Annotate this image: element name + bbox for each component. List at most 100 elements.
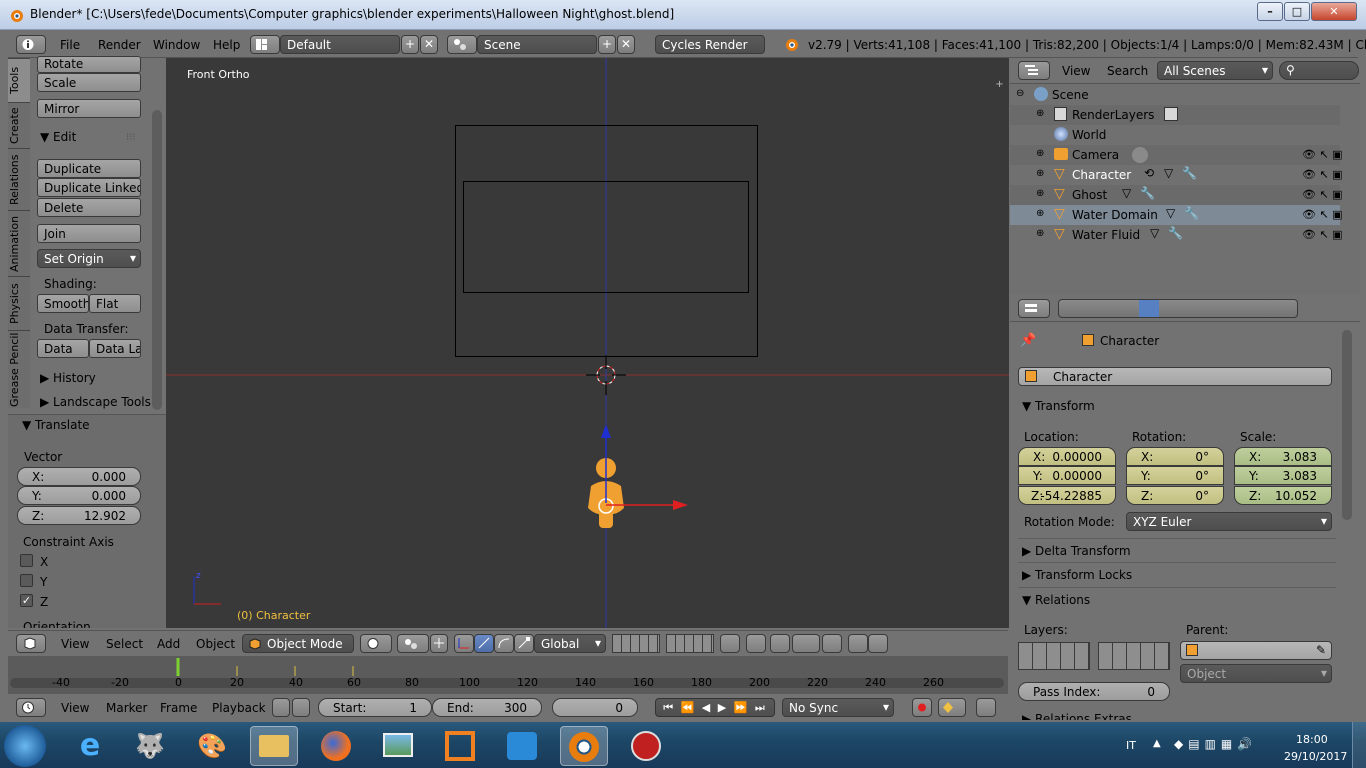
outliner-restriction-columns[interactable]: 👁 ↖ ▣ 👁 ↖ ▣ 👁 ↖ ▣ 👁 ↖ ▣ 👁 ↖ ▣ bbox=[1302, 145, 1354, 245]
data-transfer-button[interactable]: Data bbox=[37, 339, 89, 358]
marvelous-designer-icon[interactable] bbox=[622, 726, 670, 766]
outliner-display-select[interactable]: All Scenes ▾ bbox=[1157, 61, 1273, 80]
edit-panel-header[interactable]: ▼ Edit bbox=[40, 130, 76, 144]
scene-layers-grid-2[interactable] bbox=[666, 634, 714, 653]
viewport-plus-icon[interactable]: + bbox=[994, 80, 1005, 91]
expand-icon[interactable]: ⊕ bbox=[1036, 188, 1044, 199]
menu-view[interactable]: View bbox=[61, 637, 89, 651]
rotation-y-field[interactable]: Y: 0° bbox=[1126, 466, 1224, 485]
show-desktop-button[interactable] bbox=[1352, 722, 1366, 768]
menu-timeline-view[interactable]: View bbox=[61, 701, 89, 715]
layout-selector-button[interactable] bbox=[250, 35, 280, 54]
viewport-shading-button[interactable] bbox=[360, 634, 392, 653]
start-button[interactable] bbox=[4, 725, 46, 767]
editor-type-outliner-button[interactable] bbox=[1018, 61, 1050, 80]
lock-range-icon[interactable] bbox=[292, 698, 310, 717]
rotate-mode-button[interactable] bbox=[494, 634, 514, 653]
paint-icon[interactable]: 🎨 bbox=[188, 726, 236, 766]
scene-layers-grid[interactable] bbox=[612, 634, 660, 653]
expand-icon[interactable]: ⊕ bbox=[1036, 108, 1044, 119]
playback-controls[interactable]: ⏮ ⏪ ◀ ▶ ⏩ ⏭ bbox=[655, 698, 775, 717]
lock-camera-button[interactable] bbox=[720, 634, 740, 653]
tab-animation[interactable]: Animation bbox=[8, 210, 30, 276]
location-y-field[interactable]: Y: 0.00000 bbox=[1018, 466, 1116, 485]
data-layout-button[interactable]: Data La bbox=[89, 339, 141, 358]
menu-window[interactable]: Window bbox=[153, 38, 200, 52]
record-keyframe-button[interactable] bbox=[912, 698, 932, 717]
snap-target-button[interactable] bbox=[822, 634, 842, 653]
scene-remove-icon[interactable]: ✕ bbox=[617, 35, 635, 54]
translate-mode-button[interactable] bbox=[474, 634, 494, 653]
menu-object[interactable]: Object bbox=[196, 637, 235, 651]
scale-x-field[interactable]: X: 3.083 bbox=[1234, 447, 1332, 466]
set-origin-dropdown[interactable]: Set Origin ▾ bbox=[37, 249, 141, 268]
vector-x-field[interactable]: X: 0.000 bbox=[17, 467, 141, 486]
manipulator-toggle-button[interactable] bbox=[430, 634, 448, 653]
operator-header[interactable]: ▼ Translate bbox=[22, 418, 90, 432]
mode-select[interactable]: Object Mode bbox=[242, 634, 354, 653]
delta-transform-panel-header[interactable]: ▶ Delta Transform bbox=[1022, 544, 1131, 558]
duplicate-linked-button[interactable]: Duplicate Linked bbox=[37, 178, 141, 197]
history-panel-header[interactable]: ▶ History bbox=[40, 371, 96, 385]
menu-playback[interactable]: Playback bbox=[212, 701, 266, 715]
parent-type-select[interactable]: Object ▾ bbox=[1180, 664, 1332, 683]
translate-manipulator-button[interactable] bbox=[454, 634, 474, 653]
tab-tools[interactable]: Tools bbox=[8, 58, 30, 102]
tab-relations[interactable]: Relations bbox=[8, 148, 30, 210]
outliner-row-water-fluid[interactable]: ⊕ ▽ Water Fluid ▽ 🔧 bbox=[1010, 225, 1340, 245]
media-player-icon[interactable] bbox=[498, 726, 546, 766]
properties-context-tabs[interactable] bbox=[1058, 299, 1298, 318]
tab-create[interactable]: Create bbox=[8, 102, 30, 148]
object-name-field[interactable]: Character bbox=[1018, 367, 1332, 386]
minimize-button[interactable]: – bbox=[1257, 2, 1283, 21]
menu-render[interactable]: Render bbox=[98, 38, 141, 52]
parent-field[interactable]: ✎ bbox=[1180, 641, 1332, 660]
scale-mode-button[interactable] bbox=[514, 634, 534, 653]
scene-selector-button[interactable] bbox=[447, 35, 477, 54]
outliner-row-character[interactable]: ⊕ ▽ Character ⟲ ▽ 🔧 bbox=[1010, 165, 1340, 185]
show-hidden-icons-icon[interactable]: ▲ bbox=[1153, 738, 1161, 749]
render-animation-button[interactable] bbox=[868, 634, 888, 653]
object-layers-grid[interactable] bbox=[1018, 642, 1090, 670]
maximize-button[interactable]: □ bbox=[1284, 2, 1310, 21]
constraint-x-checkbox[interactable] bbox=[20, 554, 33, 567]
close-button[interactable]: ✕ bbox=[1311, 2, 1357, 21]
scene-name-field[interactable]: Scene bbox=[477, 35, 597, 54]
clock-time[interactable]: 18:00 bbox=[1296, 733, 1328, 746]
eyedropper-icon[interactable]: ✎ bbox=[1316, 643, 1326, 657]
layout-name-field[interactable]: Default bbox=[280, 35, 400, 54]
snap-element-button[interactable] bbox=[792, 634, 820, 653]
snap-toggle-button[interactable] bbox=[770, 634, 790, 653]
expand-icon[interactable]: ⊕ bbox=[1036, 148, 1044, 159]
collapse-icon[interactable]: ⊖ bbox=[1016, 88, 1024, 99]
tool-shelf-scrollbar[interactable] bbox=[152, 110, 162, 410]
viewport-canvas[interactable]: z bbox=[166, 58, 1009, 628]
editor-type-info-button[interactable] bbox=[16, 35, 46, 54]
outliner-row-world[interactable]: World bbox=[1010, 125, 1340, 145]
rotate-button[interactable]: Rotate bbox=[37, 56, 141, 73]
expand-icon[interactable]: ⊕ bbox=[1036, 228, 1044, 239]
pivot-point-button[interactable] bbox=[397, 634, 429, 653]
menu-help[interactable]: Help bbox=[213, 38, 240, 52]
scene-add-icon[interactable]: + bbox=[598, 35, 616, 54]
flat-button[interactable]: Flat bbox=[89, 294, 141, 313]
expand-icon[interactable]: ⊕ bbox=[1036, 208, 1044, 219]
tab-grease-pencil[interactable]: Grease Pencil bbox=[8, 330, 30, 408]
editor-type-timeline-button[interactable] bbox=[16, 698, 46, 717]
render-engine-select[interactable]: Cycles Render bbox=[655, 35, 765, 54]
tab-physics[interactable]: Physics bbox=[8, 276, 30, 330]
menu-marker[interactable]: Marker bbox=[106, 701, 147, 715]
office-icon[interactable] bbox=[436, 726, 484, 766]
delete-button[interactable]: Delete bbox=[37, 198, 141, 217]
pin-icon[interactable]: 📌 bbox=[1020, 333, 1036, 348]
menu-select[interactable]: Select bbox=[106, 637, 143, 651]
layout-remove-icon[interactable]: ✕ bbox=[420, 35, 438, 54]
3d-viewport[interactable]: z Front Ortho (0) Character + bbox=[166, 58, 1009, 628]
outliner-row-ghost[interactable]: ⊕ ▽ Ghost ▽ 🔧 bbox=[1010, 185, 1340, 205]
landscape-tools-panel-header[interactable]: ▶ Landscape Tools bbox=[40, 395, 151, 409]
transform-panel-header[interactable]: ▼ Transform bbox=[1022, 399, 1095, 413]
blender-taskbar-icon[interactable] bbox=[560, 726, 608, 766]
keying-set-button[interactable] bbox=[938, 698, 966, 717]
start-frame-field[interactable]: Start: 1 bbox=[318, 698, 432, 717]
vector-z-field[interactable]: Z: 12.902 bbox=[17, 506, 141, 525]
